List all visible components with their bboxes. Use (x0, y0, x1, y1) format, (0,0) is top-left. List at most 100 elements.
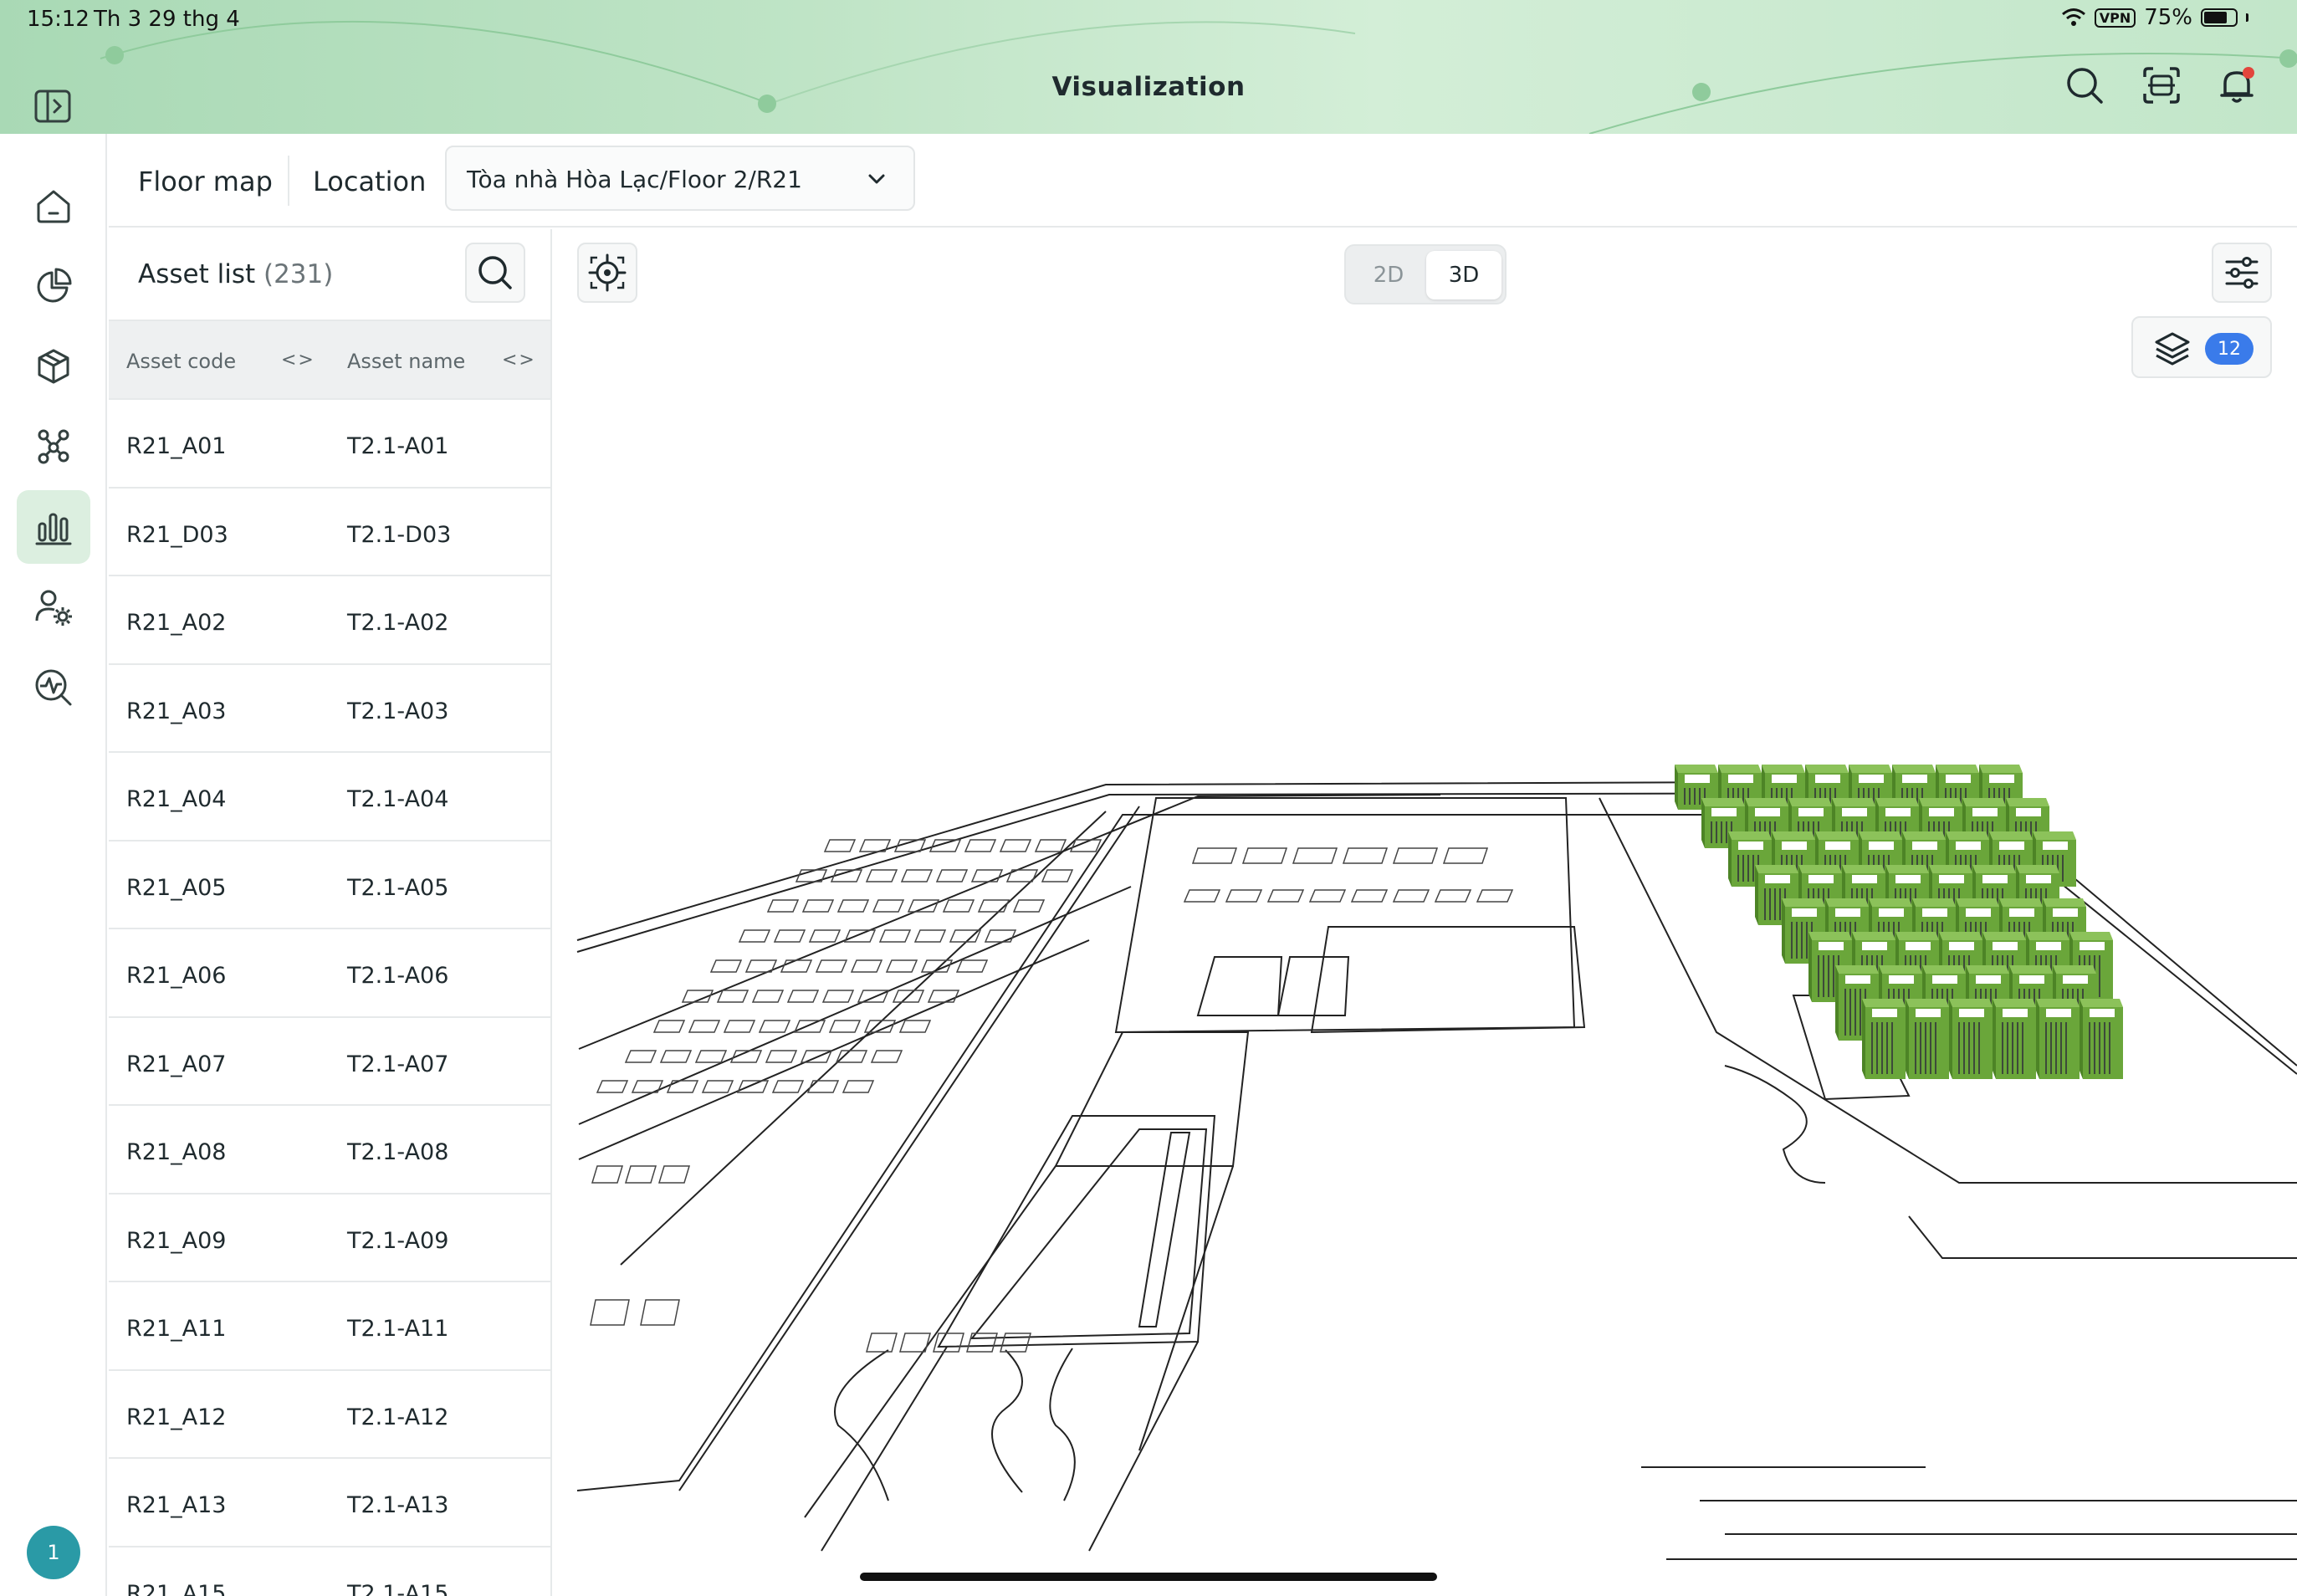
table-row[interactable]: R21_A02 T2.1-A02 (109, 576, 550, 665)
search-icon (478, 256, 512, 289)
table-header: Asset code <> Asset name <> (109, 320, 550, 400)
asset-name-cell: T2.1-A13 (347, 1492, 449, 1518)
asset-table-body: R21_A01 T2.1-A01 R21_D03 T2.1-D03 R21_A02 T2.… (109, 400, 550, 1596)
asset-code-cell: R21_A01 (126, 433, 227, 459)
server-rack[interactable] (2036, 999, 2080, 1079)
asset-name-cell: T2.1-A09 (347, 1227, 449, 1254)
asset-search-button[interactable] (465, 243, 525, 303)
asset-code-cell: R21_A04 (126, 786, 227, 812)
sort-asset-name-icon[interactable]: <> (502, 350, 536, 371)
column-header-asset-name[interactable]: Asset name (347, 350, 465, 373)
asset-name-cell: T2.1-A04 (347, 786, 449, 812)
server-rack[interactable] (1906, 999, 1949, 1079)
floor-map-viewport[interactable]: 2D 3D 12 (554, 229, 2297, 1596)
view-3d-option[interactable]: 3D (1426, 251, 1501, 299)
asset-code-cell: R21_A12 (126, 1404, 227, 1430)
asset-code-cell: R21_A07 (126, 1051, 227, 1077)
server-rack[interactable] (1993, 999, 2036, 1079)
status-indicators: VPN 75% (2061, 5, 2248, 30)
server-rack[interactable] (2080, 999, 2123, 1079)
sidebar-item-monitoring[interactable] (17, 651, 90, 724)
pie-chart-icon (37, 268, 72, 303)
asset-name-cell: T2.1-A01 (347, 433, 449, 459)
table-row[interactable]: R21_D03 T2.1-D03 (109, 489, 550, 576)
network-icon (38, 429, 69, 464)
wifi-icon (2061, 8, 2085, 26)
location-select[interactable]: Tòa nhà Hòa Lạc/Floor 2/R21 (445, 146, 915, 211)
asset-name-cell: T2.1-D03 (347, 521, 452, 548)
bar-chart-icon (35, 513, 72, 545)
asset-name-cell: T2.1-A03 (347, 698, 449, 724)
page-title: Visualization (1051, 72, 1246, 102)
status-time: 15:12 (27, 7, 90, 32)
cube-icon (38, 349, 69, 384)
sort-asset-code-icon[interactable]: <> (281, 350, 315, 371)
asset-name-cell: T2.1-A05 (347, 874, 449, 901)
server-rack[interactable] (1862, 999, 1906, 1079)
asset-code-cell: R21_A15 (126, 1580, 227, 1596)
location-label: Location (313, 166, 427, 197)
asset-code-cell: R21_A11 (126, 1316, 227, 1342)
sidebar-item-topology[interactable] (17, 410, 90, 483)
sidebar-item-visualization[interactable] (17, 490, 90, 564)
table-row[interactable]: R21_A03 T2.1-A03 (109, 665, 550, 753)
asset-list-title: Asset list (231) (138, 259, 333, 289)
table-row[interactable]: R21_A06 T2.1-A06 (109, 929, 550, 1018)
filter-bar: Floor map Location Tòa nhà Hòa Lạc/Floor… (109, 134, 2297, 228)
server-rack[interactable] (1949, 999, 1993, 1079)
asset-name-cell: T2.1-A15 (347, 1580, 449, 1596)
search-icon[interactable] (2064, 65, 2105, 105)
layers-icon (2155, 332, 2190, 366)
header-decoration (100, 20, 2297, 134)
home-icon (37, 190, 70, 223)
status-date: Th 3 29 thg 4 (94, 7, 240, 32)
table-row[interactable]: R21_A15 T2.1-A15 (109, 1547, 550, 1596)
asset-code-cell: R21_A03 (126, 698, 227, 724)
user-settings-icon (35, 590, 72, 626)
asset-code-cell: R21_A02 (126, 610, 227, 636)
floor-map-label: Floor map (138, 166, 273, 197)
activity-search-icon (35, 669, 72, 706)
asset-code-cell: R21_A13 (126, 1492, 227, 1518)
divider (288, 156, 289, 206)
asset-name-cell: T2.1-A12 (347, 1404, 449, 1430)
home-indicator (860, 1573, 1437, 1581)
sidebar-item-home[interactable] (17, 169, 90, 243)
view-2d-option[interactable]: 2D (1351, 251, 1426, 299)
asset-code-cell: R21_A09 (126, 1227, 227, 1254)
notification-bell-icon[interactable] (2217, 65, 2257, 105)
floor-plan-3d[interactable] (554, 229, 2297, 1596)
table-row[interactable]: R21_A01 T2.1-A01 (109, 400, 550, 489)
table-row[interactable]: R21_A09 T2.1-A09 (109, 1194, 550, 1282)
table-row[interactable]: R21_A07 T2.1-A07 (109, 1018, 550, 1106)
asset-code-cell: R21_D03 (126, 521, 228, 548)
layers-button[interactable]: 12 (2131, 316, 2272, 378)
battery-percent: 75% (2144, 5, 2192, 30)
view-mode-toggle: 2D 3D (1344, 244, 1507, 304)
sidebar-item-user-settings[interactable] (17, 570, 90, 644)
map-settings-button[interactable] (2212, 243, 2272, 303)
table-row[interactable]: R21_A11 T2.1-A11 (109, 1282, 550, 1371)
column-header-asset-code[interactable]: Asset code (126, 350, 236, 373)
asset-name-cell: T2.1-A07 (347, 1051, 449, 1077)
table-row[interactable]: R21_A08 T2.1-A08 (109, 1106, 550, 1194)
asset-code-cell: R21_A08 (126, 1139, 227, 1165)
battery-icon (2201, 8, 2238, 27)
vpn-badge: VPN (2094, 8, 2136, 28)
asset-list-panel: Asset list (231) Asset code <> Asset nam… (109, 229, 552, 1596)
asset-name-cell: T2.1-A11 (347, 1316, 449, 1342)
table-row[interactable]: R21_A13 T2.1-A13 (109, 1459, 550, 1547)
table-row[interactable]: R21_A04 T2.1-A04 (109, 753, 550, 841)
scan-icon[interactable] (2141, 65, 2182, 105)
sidebar-item-assets[interactable] (17, 330, 90, 403)
sliders-icon (2225, 257, 2259, 289)
sidebar-item-analytics[interactable] (17, 249, 90, 323)
avatar[interactable]: 1 (27, 1526, 80, 1579)
table-row[interactable]: R21_A05 T2.1-A05 (109, 841, 550, 929)
locate-button[interactable] (577, 243, 637, 303)
location-select-value: Tòa nhà Hòa Lạc/Floor 2/R21 (467, 166, 802, 193)
table-row[interactable]: R21_A12 T2.1-A12 (109, 1371, 550, 1459)
asset-name-cell: T2.1-A08 (347, 1139, 449, 1165)
asset-count: (231) (263, 259, 334, 289)
app-header: 15:12 Th 3 29 thg 4 VPN 75% Visualizatio… (0, 0, 2297, 134)
